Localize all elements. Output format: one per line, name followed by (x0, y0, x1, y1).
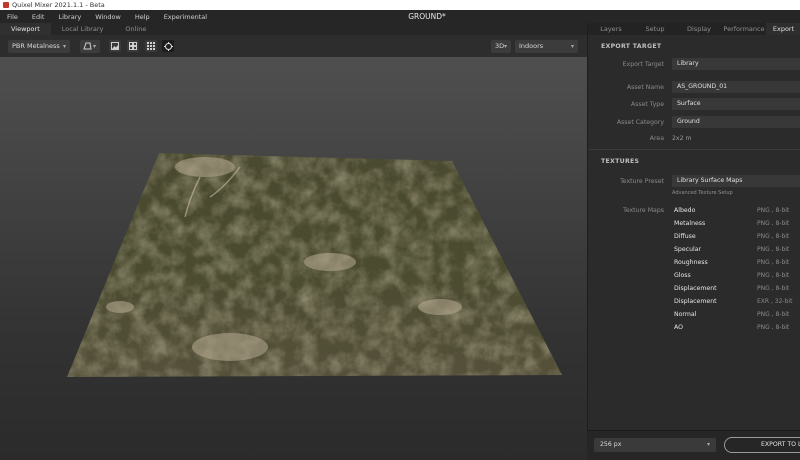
tab-online[interactable]: Online (114, 23, 157, 35)
tab-performance[interactable]: Performance (722, 23, 766, 35)
asset-category-dropdown[interactable]: Ground (672, 116, 800, 128)
map-name[interactable]: Specular (674, 246, 701, 253)
grid-view-button[interactable] (127, 40, 139, 52)
asset-name-input[interactable]: AS_GROUND_01 (672, 81, 800, 93)
chevron-down-icon: ▾ (503, 43, 507, 50)
chevron-down-icon: ▾ (570, 43, 574, 50)
section-divider (588, 149, 800, 150)
resolution-value: 256 px (600, 441, 622, 448)
map-format: EXR , 32-bit (757, 298, 793, 305)
material-mode-dropdown[interactable]: PBR Metalness ▾ (8, 40, 70, 53)
view-mode-value: 3D (495, 42, 505, 50)
map-name[interactable]: Metalness (674, 220, 705, 227)
menu-bar: File Edit Library Window Help Experiment… (0, 10, 800, 23)
map-name[interactable]: Albedo (674, 207, 695, 214)
camera-mode-dropdown[interactable]: ▾ (80, 40, 100, 53)
chevron-down-icon: ▾ (92, 43, 96, 50)
3d-viewport[interactable] (0, 57, 587, 460)
map-name[interactable]: Roughness (674, 259, 708, 266)
image-icon (111, 42, 119, 50)
map-format: PNG , 8-bit (757, 233, 790, 240)
focus-button[interactable] (162, 40, 174, 52)
map-format: PNG , 8-bit (757, 246, 790, 253)
asset-type-label: Asset Type (630, 101, 664, 108)
chevron-down-icon: ▾ (62, 43, 66, 50)
tab-export[interactable]: Export (766, 23, 800, 35)
map-format: PNG , 8-bit (757, 324, 790, 331)
map-name[interactable]: Diffuse (674, 233, 696, 240)
material-mode-value: PBR Metalness (12, 42, 60, 50)
map-format: PNG , 8-bit (757, 285, 790, 292)
map-name[interactable]: Displacement (674, 285, 717, 292)
image-view-button[interactable] (109, 40, 121, 52)
texture-maps-label: Texture Maps (623, 207, 664, 214)
app-logo-icon (3, 2, 9, 8)
map-format: PNG , 8-bit (757, 311, 790, 318)
asset-type-dropdown[interactable]: Surface (672, 98, 800, 110)
map-format: PNG , 8-bit (757, 207, 790, 214)
export-target-heading: EXPORT TARGET (601, 43, 662, 50)
right-panel: Layers Setup Display Performance Export … (587, 23, 800, 460)
area-label: Area (649, 135, 664, 142)
grid-3x3-icon (147, 42, 155, 50)
window-title: Quixel Mixer 2021.1.1 - Beta (12, 1, 105, 9)
export-target-label: Export Target (622, 61, 664, 68)
textures-heading: TEXTURES (601, 158, 640, 165)
right-tabs: Layers Setup Display Performance Export (588, 23, 800, 35)
map-format: PNG , 8-bit (757, 272, 790, 279)
texture-preset-dropdown[interactable]: Library Surface Maps (672, 175, 800, 187)
perspective-icon (83, 42, 92, 50)
asset-name-label: Asset Name (626, 84, 664, 91)
window-titlebar: Quixel Mixer 2021.1.1 - Beta (0, 0, 800, 10)
advanced-texture-setup-link[interactable]: Advanced Texture Setup (672, 190, 733, 196)
export-target-dropdown[interactable]: Library (672, 58, 800, 70)
map-name[interactable]: Normal (674, 311, 696, 318)
resolution-dropdown[interactable]: 256 px ▾ (594, 438, 716, 452)
asset-category-label: Asset Category (616, 119, 664, 126)
map-name[interactable]: Displacement (674, 298, 717, 305)
document-title: GROUND* (408, 12, 446, 21)
environment-value: Indoors (519, 42, 544, 50)
map-format: PNG , 8-bit (757, 259, 790, 266)
map-name[interactable]: Gloss (674, 272, 691, 279)
ground-plane-preview (67, 153, 562, 377)
tab-layers[interactable]: Layers (590, 23, 632, 35)
view-mode-dropdown[interactable]: 3D ▾ (491, 40, 511, 53)
grid-2x2-icon (129, 42, 137, 50)
left-tabs: Viewport Local Library Online (0, 23, 587, 35)
map-format: PNG , 8-bit (757, 220, 790, 227)
tiling-view-button[interactable] (145, 40, 157, 52)
tab-setup[interactable]: Setup (634, 23, 676, 35)
tab-viewport[interactable]: Viewport (0, 23, 51, 35)
tab-local-library[interactable]: Local Library (51, 23, 115, 35)
crosshair-icon (163, 41, 173, 51)
chevron-down-icon: ▾ (706, 441, 710, 448)
texture-preset-label: Texture Preset (620, 178, 664, 185)
tab-display[interactable]: Display (678, 23, 720, 35)
environment-dropdown[interactable]: Indoors ▾ (515, 40, 578, 53)
export-to-library-button[interactable]: EXPORT TO LIBR (724, 437, 800, 453)
area-value: 2x2 m (672, 135, 692, 142)
map-name[interactable]: AO (674, 324, 683, 331)
